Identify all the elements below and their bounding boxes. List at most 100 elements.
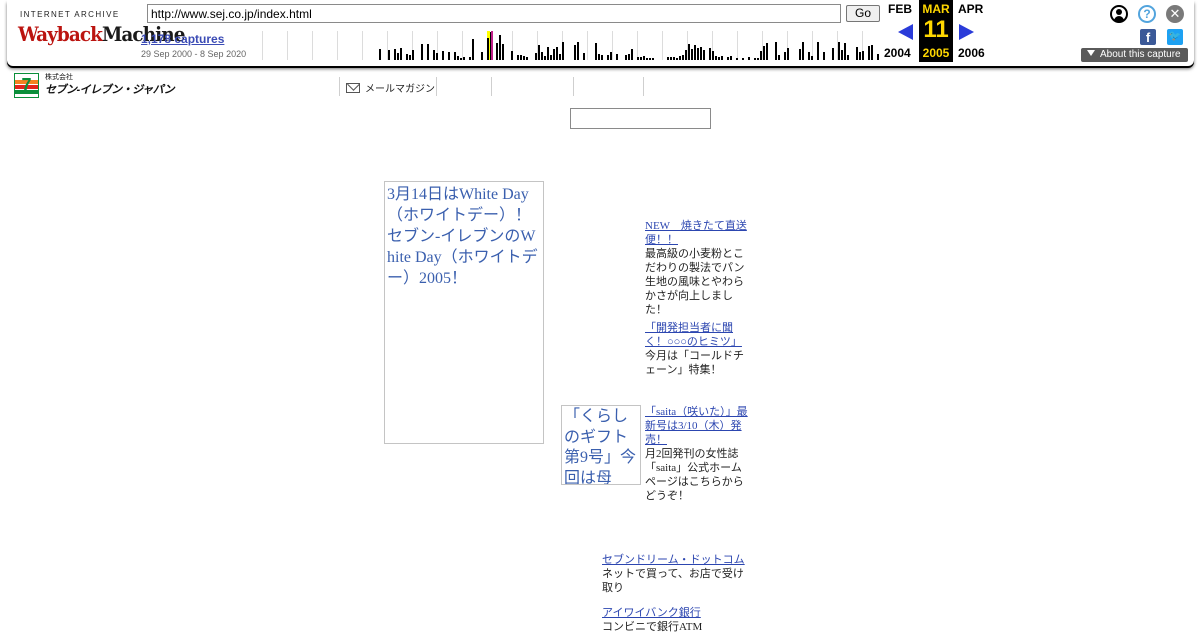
capture-bar[interactable] — [856, 47, 858, 60]
capture-bar[interactable] — [838, 42, 840, 60]
capture-bar[interactable] — [454, 52, 456, 60]
capture-bar[interactable] — [763, 46, 765, 60]
capture-bar[interactable] — [757, 58, 759, 60]
capture-bar[interactable] — [862, 51, 864, 60]
capture-bar[interactable] — [421, 44, 423, 60]
capture-bar[interactable] — [550, 55, 552, 60]
capture-bar[interactable] — [400, 48, 402, 60]
next-month-label[interactable]: APR — [958, 2, 983, 16]
capture-bar[interactable] — [397, 53, 399, 60]
news-link[interactable]: 「saita（咲いた）」最新号は3/10（木）発売！ — [645, 405, 749, 447]
capture-bar[interactable] — [562, 42, 564, 60]
capture-bar[interactable] — [712, 51, 714, 60]
capture-bar[interactable] — [496, 43, 498, 60]
capture-bar[interactable] — [778, 55, 780, 60]
about-capture-button[interactable]: About this capture — [1081, 48, 1188, 62]
capture-bar[interactable] — [847, 55, 849, 60]
capture-bar[interactable] — [775, 42, 777, 60]
capture-bar[interactable] — [877, 54, 879, 60]
capture-bar[interactable] — [841, 50, 843, 60]
capture-bar[interactable] — [871, 45, 873, 60]
capture-bar[interactable] — [616, 54, 618, 60]
capture-bar[interactable] — [700, 47, 702, 60]
prev-capture-arrow-icon[interactable] — [898, 24, 913, 40]
capture-bar[interactable] — [406, 54, 408, 60]
capture-bar[interactable] — [640, 57, 642, 60]
capture-bar[interactable] — [823, 52, 825, 60]
capture-bar[interactable] — [811, 56, 813, 60]
capture-bar[interactable] — [595, 43, 597, 60]
next-capture-arrow-icon[interactable] — [959, 24, 974, 40]
capture-bar[interactable] — [628, 54, 630, 60]
capture-bar[interactable] — [859, 52, 861, 60]
captures-link[interactable]: 1,178 captures — [141, 32, 224, 46]
capture-bar[interactable] — [553, 49, 555, 60]
capture-bar[interactable] — [754, 58, 756, 60]
capture-bar[interactable] — [559, 54, 561, 60]
news-link[interactable]: 「開発担当者に聞く！○○○のヒミツ」 — [645, 321, 749, 349]
capture-bar[interactable] — [727, 57, 729, 60]
capture-bar[interactable] — [520, 55, 522, 60]
capture-bar[interactable] — [868, 46, 870, 60]
capture-bar[interactable] — [637, 57, 639, 60]
capture-bar[interactable] — [481, 52, 483, 60]
capture-bar[interactable] — [802, 42, 804, 60]
capture-bar[interactable] — [709, 48, 711, 60]
capture-bar[interactable] — [487, 38, 489, 60]
capture-bar[interactable] — [730, 56, 732, 60]
capture-bar[interactable] — [457, 56, 459, 60]
news-link[interactable]: NEW 焼きたて直送便！！ — [645, 219, 749, 247]
capture-bar[interactable] — [649, 58, 651, 60]
capture-bar[interactable] — [427, 44, 429, 60]
capture-bar[interactable] — [721, 56, 723, 60]
capture-bar[interactable] — [607, 55, 609, 60]
capture-bar[interactable] — [538, 45, 540, 60]
capture-bar[interactable] — [718, 57, 720, 60]
capture-bar[interactable] — [715, 56, 717, 60]
capture-bar[interactable] — [598, 54, 600, 60]
capture-bar[interactable] — [547, 47, 549, 60]
capture-bar[interactable] — [526, 57, 528, 60]
capture-bar[interactable] — [577, 42, 579, 60]
capture-bar[interactable] — [499, 35, 501, 60]
capture-bar[interactable] — [631, 49, 633, 60]
capture-bar[interactable] — [523, 56, 525, 60]
next-year-label[interactable]: 2006 — [958, 46, 985, 60]
capture-bar[interactable] — [676, 58, 678, 60]
capture-bar[interactable] — [694, 45, 696, 60]
capture-bar[interactable] — [742, 58, 744, 60]
go-button[interactable]: Go — [846, 5, 880, 22]
capture-bar[interactable] — [442, 51, 444, 60]
capture-bar[interactable] — [517, 55, 519, 60]
capture-bar[interactable] — [379, 49, 381, 60]
white-day-banner[interactable]: 3月14日はWhite Day（ホワイトデー）！ セブン-イレブンのWhite … — [384, 181, 547, 444]
capture-bar[interactable] — [610, 52, 612, 60]
capture-bar[interactable] — [409, 55, 411, 60]
gift-catalog-banner[interactable]: 「くらしのギフト第9号」今回は母 — [561, 405, 641, 485]
capture-bar[interactable] — [787, 48, 789, 60]
seven-eleven-logo[interactable]: 7 株式会社 セブン-イレブン・ジャパン — [13, 72, 175, 98]
capture-bar[interactable] — [556, 47, 558, 60]
capture-bar[interactable] — [601, 55, 603, 60]
capture-bar[interactable] — [541, 52, 543, 60]
capture-bar[interactable] — [844, 43, 846, 60]
capture-bar[interactable] — [433, 50, 435, 60]
capture-bar[interactable] — [691, 49, 693, 60]
capture-bar[interactable] — [544, 56, 546, 60]
facebook-icon[interactable]: f — [1140, 29, 1156, 45]
capture-bar[interactable] — [625, 55, 627, 60]
twitter-icon[interactable]: 🐦 — [1167, 29, 1183, 45]
capture-bar[interactable] — [469, 57, 471, 60]
capture-bar[interactable] — [760, 51, 762, 60]
capture-bar[interactable] — [574, 45, 576, 60]
capture-bar[interactable] — [511, 51, 513, 60]
capture-bar[interactable] — [808, 52, 810, 60]
capture-bar[interactable] — [748, 57, 750, 60]
capture-bar[interactable] — [667, 57, 669, 60]
user-icon[interactable] — [1110, 5, 1128, 23]
capture-bar[interactable] — [670, 57, 672, 60]
capture-bar[interactable] — [448, 52, 450, 60]
close-icon[interactable]: ✕ — [1166, 5, 1184, 23]
capture-bar[interactable] — [583, 53, 585, 60]
url-input[interactable] — [147, 4, 841, 23]
